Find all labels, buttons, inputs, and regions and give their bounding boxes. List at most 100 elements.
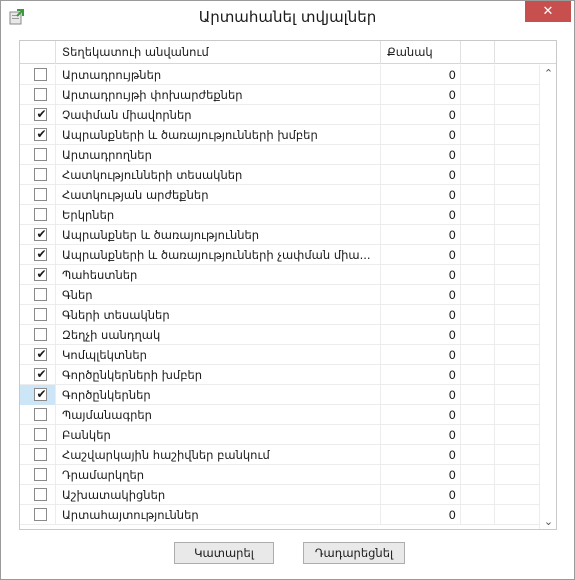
row-quantity: 0	[381, 325, 461, 345]
row-checkbox-cell[interactable]	[20, 205, 56, 225]
row-checkbox[interactable]	[34, 148, 47, 161]
row-extra-cell	[461, 385, 495, 405]
table-row[interactable]: Բանկեր 0	[20, 425, 539, 445]
row-checkbox-cell[interactable]	[20, 505, 56, 525]
row-checkbox[interactable]: ✔	[34, 367, 47, 381]
table-row[interactable]: ✔ Գործընկերների խմբեր 0	[20, 365, 539, 385]
row-checkbox-cell[interactable]: ✔	[20, 125, 56, 145]
table-row[interactable]: ✔ Կոմպլեկտներ 0	[20, 345, 539, 365]
row-quantity: 0	[381, 285, 461, 305]
row-checkbox[interactable]	[34, 68, 47, 81]
table-row[interactable]: ✔ Ապրանքներ և ծառայություններ 0	[20, 225, 539, 245]
row-checkbox-cell[interactable]	[20, 465, 56, 485]
checkmark-icon: ✔	[36, 247, 47, 261]
column-header-check[interactable]	[20, 41, 56, 64]
execute-button[interactable]: Կատարել	[174, 542, 274, 564]
row-extra-cell	[461, 265, 495, 285]
window-title: Արտահանել տվյալներ	[198, 8, 377, 26]
row-directory-name: Գների տեսակներ	[56, 305, 381, 325]
close-button[interactable]: ✕	[525, 1, 571, 22]
row-extra-cell	[461, 125, 495, 145]
row-checkbox[interactable]	[34, 328, 47, 341]
row-directory-name: Զեղչի սանդղակ	[56, 325, 381, 345]
row-checkbox[interactable]	[34, 288, 47, 301]
row-checkbox[interactable]: ✔	[34, 247, 47, 261]
table-row[interactable]: Արտահայտություններ 0	[20, 505, 539, 525]
row-directory-name: Ապրանքների և ծառայությունների խմբեր	[56, 125, 381, 145]
table-row[interactable]: Հաշվարկային հաշիվներ բանկում 0	[20, 445, 539, 465]
grid-header: Տեղեկատուի անվանում Քանակ	[20, 41, 556, 64]
table-row[interactable]: ✔ Պահեստներ 0	[20, 265, 539, 285]
row-checkbox-cell[interactable]: ✔	[20, 245, 56, 265]
row-checkbox-cell[interactable]	[20, 85, 56, 105]
row-checkbox-cell[interactable]: ✔	[20, 225, 56, 245]
row-checkbox-cell[interactable]	[20, 185, 56, 205]
table-row[interactable]: Զեղչի սանդղակ 0	[20, 325, 539, 345]
row-extra-cell	[461, 465, 495, 485]
row-checkbox-cell[interactable]: ✔	[20, 385, 56, 405]
row-checkbox[interactable]	[34, 168, 47, 181]
row-checkbox-cell[interactable]	[20, 145, 56, 165]
cancel-button[interactable]: Դադարեցնել	[303, 542, 405, 564]
row-checkbox-cell[interactable]	[20, 425, 56, 445]
row-checkbox-cell[interactable]	[20, 485, 56, 505]
table-row[interactable]: Երկրներ 0	[20, 205, 539, 225]
row-checkbox-cell[interactable]	[20, 405, 56, 425]
vertical-scrollbar[interactable]: ⌃ ⌄	[539, 65, 556, 529]
chevron-up-icon[interactable]: ⌃	[540, 65, 556, 82]
row-checkbox[interactable]: ✔	[34, 387, 47, 401]
row-checkbox-cell[interactable]	[20, 445, 56, 465]
row-checkbox-cell[interactable]: ✔	[20, 365, 56, 385]
table-row[interactable]: ✔ Ապրանքների և ծառայությունների խմբեր 0	[20, 125, 539, 145]
row-quantity: 0	[381, 245, 461, 265]
row-checkbox-cell[interactable]	[20, 65, 56, 85]
table-row[interactable]: Գներ 0	[20, 285, 539, 305]
table-row[interactable]: Արտադրողներ 0	[20, 145, 539, 165]
row-checkbox-cell[interactable]	[20, 165, 56, 185]
row-checkbox-cell[interactable]: ✔	[20, 105, 56, 125]
table-row[interactable]: Արտադրույթի փոխարժեքներ 0	[20, 85, 539, 105]
row-checkbox-cell[interactable]	[20, 325, 56, 345]
chevron-down-icon[interactable]: ⌄	[540, 513, 556, 529]
row-checkbox[interactable]: ✔	[34, 347, 47, 361]
row-checkbox[interactable]	[34, 408, 47, 421]
column-header-quantity[interactable]: Քանակ	[381, 41, 461, 64]
table-row[interactable]: Հատկությունների տեսակներ 0	[20, 165, 539, 185]
table-row[interactable]: ✔ Գործընկերներ 0	[20, 385, 539, 405]
table-row[interactable]: Արտադրույթներ 0	[20, 65, 539, 85]
row-extra-cell	[461, 225, 495, 245]
row-checkbox[interactable]	[34, 428, 47, 441]
table-row[interactable]: Դրամարկղեր 0	[20, 465, 539, 485]
row-extra-cell	[461, 105, 495, 125]
table-row[interactable]: ✔ Ապրանքների և ծառայությունների չափման մի…	[20, 245, 539, 265]
row-checkbox[interactable]	[34, 308, 47, 321]
row-checkbox[interactable]	[34, 468, 47, 481]
row-checkbox[interactable]: ✔	[34, 227, 47, 241]
table-row[interactable]: Պայմանագրեր 0	[20, 405, 539, 425]
row-directory-name: Չափման միավորներ	[56, 105, 381, 125]
row-checkbox-cell[interactable]	[20, 285, 56, 305]
row-checkbox[interactable]	[34, 488, 47, 501]
row-checkbox-cell[interactable]: ✔	[20, 345, 56, 365]
table-row[interactable]: Հատկության արժեքներ 0	[20, 185, 539, 205]
row-checkbox[interactable]	[34, 188, 47, 201]
row-directory-name: Հաշվարկային հաշիվներ բանկում	[56, 445, 381, 465]
row-checkbox-cell[interactable]	[20, 305, 56, 325]
table-row[interactable]: Գների տեսակներ 0	[20, 305, 539, 325]
checkmark-icon: ✔	[36, 367, 47, 381]
column-header-name[interactable]: Տեղեկատուի անվանում	[56, 41, 381, 64]
row-extra-cell	[461, 65, 495, 85]
table-row[interactable]: ✔ Չափման միավորներ 0	[20, 105, 539, 125]
row-checkbox[interactable]: ✔	[34, 107, 47, 121]
row-checkbox[interactable]	[34, 208, 47, 221]
row-checkbox[interactable]: ✔	[34, 127, 47, 141]
row-checkbox-cell[interactable]: ✔	[20, 265, 56, 285]
row-checkbox[interactable]: ✔	[34, 267, 47, 281]
row-extra-cell	[461, 85, 495, 105]
row-checkbox[interactable]	[34, 508, 47, 521]
table-row[interactable]: Աշխատակիցներ 0	[20, 485, 539, 505]
checkmark-icon: ✔	[36, 387, 47, 401]
row-checkbox[interactable]	[34, 88, 47, 101]
row-directory-name: Հատկությունների տեսակներ	[56, 165, 381, 185]
row-checkbox[interactable]	[34, 448, 47, 461]
